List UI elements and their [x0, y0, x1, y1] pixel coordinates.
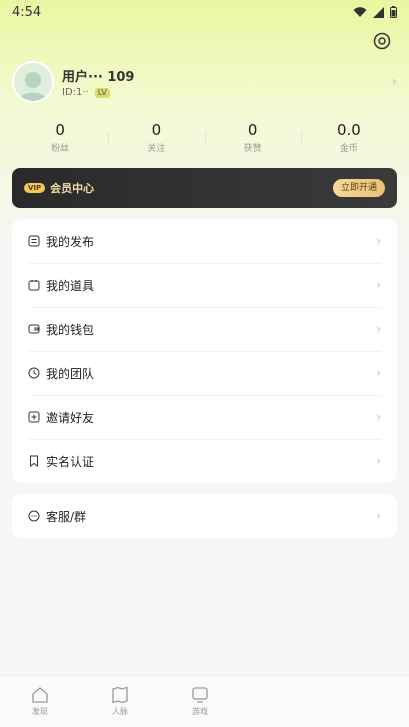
menu-item-my-wallet[interactable]: 我的钱包 ›	[12, 307, 397, 351]
chevron-right-icon: ›	[376, 234, 381, 248]
bottom-nav: 发现 人脉 游戏	[0, 675, 409, 727]
menu-item-my-team[interactable]: 我的团队 ›	[12, 351, 397, 395]
nav-item-contacts[interactable]: 人脉	[80, 676, 160, 727]
menu-item-customer-service[interactable]: 客服/群 ›	[12, 494, 397, 538]
vip-activate-button[interactable]: 立即开通	[332, 179, 385, 197]
status-icons	[353, 6, 397, 18]
nav-item-discover[interactable]: 发现	[0, 676, 80, 727]
menu-card: 我的发布 › 我的道具 › 我的钱包 › 我的团队 › 邀请好友 › 实名认证 …	[12, 219, 397, 483]
chevron-right-icon: ›	[376, 366, 381, 380]
username: 用户··· 109	[62, 70, 135, 85]
menu-item-my-posts[interactable]: 我的发布 ›	[12, 219, 397, 263]
settings-icon	[373, 32, 391, 50]
menu-item-real-name-verification[interactable]: 实名认证 ›	[12, 439, 397, 483]
settings-button[interactable]	[371, 30, 393, 52]
stat-followers[interactable]: 0 粉丝	[12, 120, 108, 160]
signal-icon	[373, 6, 384, 18]
avatar[interactable]	[12, 61, 54, 103]
user-id: ID:1··	[62, 87, 89, 98]
chevron-right-icon: ›	[376, 509, 381, 523]
tv-icon	[192, 687, 208, 703]
stat-likes[interactable]: 0 获赞	[204, 120, 301, 160]
nav-item-games[interactable]: 游戏	[160, 676, 240, 727]
vip-title: 会员中心	[50, 182, 95, 195]
menu-item-label: 我的团队	[46, 366, 95, 381]
chevron-right-icon: ›	[391, 74, 397, 90]
stat-value: 0	[55, 121, 65, 139]
wallet-icon	[28, 323, 40, 335]
stat-coins[interactable]: 0.0 金币	[300, 120, 397, 160]
document-icon	[28, 235, 40, 247]
menu-item-label: 客服/群	[46, 509, 87, 524]
battery-icon	[390, 6, 397, 18]
chat-icon	[28, 510, 40, 522]
box-icon	[28, 279, 40, 291]
chevron-right-icon: ›	[376, 278, 381, 292]
vip-banner[interactable]: VIP 会员中心 立即开通	[12, 168, 397, 208]
avatar-placeholder-icon	[18, 72, 48, 101]
home-icon	[32, 687, 48, 703]
chevron-right-icon: ›	[376, 322, 381, 336]
menu-item-my-items[interactable]: 我的道具 ›	[12, 263, 397, 307]
stat-value: 0	[151, 121, 162, 139]
nav-label: 发现	[32, 707, 48, 716]
nav-label: 游戏	[192, 707, 208, 716]
menu-item-label: 我的钱包	[46, 322, 95, 337]
menu-item-label: 我的发布	[46, 234, 95, 249]
profile-header[interactable]: 用户··· 109 ID:1·· LV ›	[12, 60, 397, 104]
status-time: 4:54	[12, 4, 42, 20]
team-icon	[28, 367, 40, 379]
map-icon	[112, 686, 128, 704]
menu-item-label: 我的道具	[46, 278, 95, 293]
nav-label: 人脉	[112, 707, 128, 716]
stat-label: 金币	[339, 144, 358, 154]
chevron-right-icon: ›	[376, 410, 381, 424]
status-bar: 4:54	[0, 0, 409, 24]
stat-label: 获赞	[243, 144, 262, 154]
stat-value: 0.0	[336, 121, 361, 139]
level-badge: LV	[94, 87, 110, 98]
stat-value: 0	[247, 121, 258, 139]
stats-row: 0 粉丝 0 关注 0 获赞 0.0 金币	[12, 120, 397, 160]
userid-row: ID:1·· LV	[62, 87, 391, 98]
stat-label: 粉丝	[51, 144, 70, 154]
menu-item-label: 实名认证	[46, 454, 95, 469]
stat-label: 关注	[147, 144, 166, 154]
bookmark-icon	[28, 455, 40, 467]
menu-item-label: 邀请好友	[46, 410, 95, 425]
vip-tag: VIP	[24, 183, 46, 193]
stat-following[interactable]: 0 关注	[108, 120, 204, 160]
profile-info: 用户··· 109 ID:1·· LV	[62, 66, 391, 98]
wifi-icon	[353, 6, 367, 17]
menu-item-invite-friends[interactable]: 邀请好友 ›	[12, 395, 397, 439]
chevron-right-icon: ›	[376, 454, 381, 468]
invite-icon	[28, 411, 40, 423]
service-card: 客服/群 ›	[12, 494, 397, 538]
